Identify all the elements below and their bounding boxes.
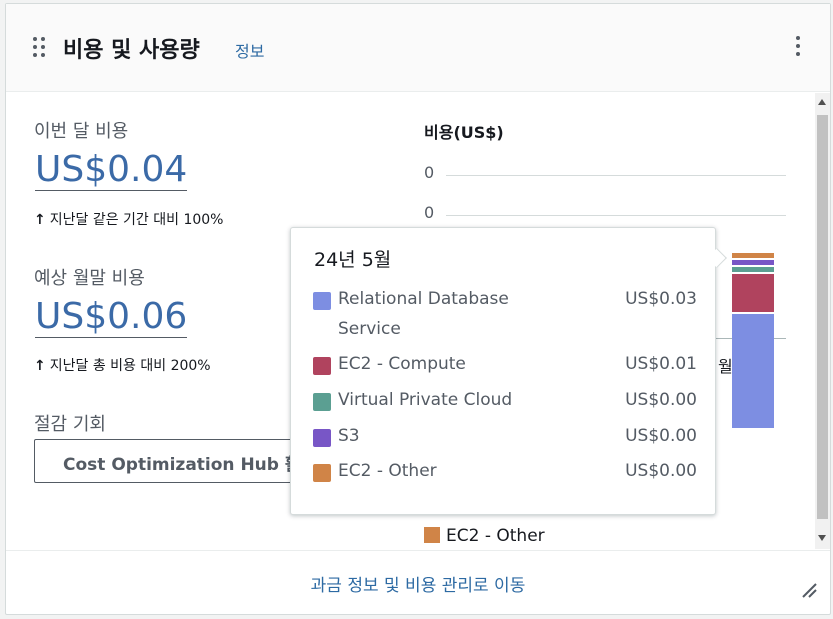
vertical-scrollbar[interactable]: [815, 93, 830, 549]
popover-row: S3 US$0.00: [313, 425, 697, 455]
y-tick-label: 0: [424, 163, 435, 182]
legend-swatch: [313, 464, 331, 482]
legend-swatch: [313, 429, 331, 447]
popover-row: EC2 - Compute US$0.01: [313, 353, 697, 383]
forecast-label: 예상 월말 비용: [34, 268, 145, 289]
more-actions-icon[interactable]: [793, 36, 803, 60]
drag-handle-icon[interactable]: [33, 37, 47, 59]
popover-row: Virtual Private Cloud US$0.00: [313, 389, 697, 419]
popover-series-name: Relational Database Service: [338, 289, 509, 339]
savings-label: 절감 기회: [34, 414, 106, 435]
bar-segment-ec2-other[interactable]: [732, 253, 774, 258]
popover-series-value: US$0.00: [625, 426, 697, 446]
legend-swatch: [313, 292, 331, 310]
resize-handle-icon[interactable]: [800, 581, 818, 599]
popover-title: 24년 5월: [314, 249, 392, 271]
forecast-delta-text: 지난달 총 비용 대비 200%: [49, 358, 211, 374]
bar-segment-s3[interactable]: [732, 260, 774, 265]
popover-series-name: EC2 - Other: [338, 461, 437, 481]
x-tick-label: 월: [718, 357, 733, 376]
arrow-up-icon: ↑: [34, 358, 46, 374]
month-cost-value[interactable]: US$0.04: [35, 151, 188, 191]
gridline: [446, 215, 786, 216]
gridline: [446, 175, 786, 176]
chart-popover: 24년 5월 Relational Database Service US$0.0…: [290, 227, 716, 515]
scroll-down-icon[interactable]: [818, 535, 826, 541]
legend-swatch: [313, 357, 331, 375]
billing-link[interactable]: 과금 정보 및 비용 관리로 이동: [6, 571, 830, 596]
forecast-delta: ↑ 지난달 총 비용 대비 200%: [34, 355, 211, 375]
widget-title: 비용 및 사용량: [63, 38, 200, 63]
legend-item-ec2-other[interactable]: EC2 - Other: [424, 526, 545, 546]
forecast-value[interactable]: US$0.06: [35, 298, 188, 338]
widget-footer: 과금 정보 및 비용 관리로 이동: [6, 550, 830, 614]
month-cost-label: 이번 달 비용: [34, 121, 129, 142]
bar-segment-virtual-private-cloud[interactable]: [732, 267, 774, 272]
popover-row: EC2 - Other US$0.00: [313, 460, 697, 490]
scroll-thumb[interactable]: [817, 115, 828, 519]
bar-segment-ec2-compute[interactable]: [732, 274, 774, 312]
popover-series-name: Virtual Private Cloud: [338, 390, 513, 410]
month-cost-delta: ↑ 지난달 같은 기간 대비 100%: [34, 209, 223, 229]
popover-series-value: US$0.03: [625, 289, 697, 309]
y-tick-label: 0: [424, 203, 435, 222]
popover-series-value: US$0.00: [625, 461, 697, 481]
chart-title: 비용(US$): [424, 123, 504, 142]
info-link[interactable]: 정보: [235, 38, 264, 62]
legend-label: EC2 - Other: [446, 526, 545, 546]
scroll-up-icon[interactable]: [818, 99, 826, 105]
popover-series-value: US$0.00: [625, 390, 697, 410]
widget-header: 비용 및 사용량 정보: [6, 4, 830, 92]
month-cost-delta-text: 지난달 같은 기간 대비 100%: [49, 212, 224, 228]
popover-series-value: US$0.01: [625, 354, 697, 374]
popover-series-name: S3: [338, 426, 360, 446]
legend-swatch: [424, 527, 440, 543]
popover-row: Relational Database Service US$0.03: [313, 288, 697, 339]
cost-optimization-hub-button[interactable]: Cost Optimization Hub 활: [34, 439, 314, 483]
bar-segment-relational-database-service[interactable]: [732, 314, 774, 428]
legend-swatch: [313, 393, 331, 411]
arrow-up-icon: ↑: [34, 212, 46, 228]
popover-series-name: EC2 - Compute: [338, 354, 466, 374]
